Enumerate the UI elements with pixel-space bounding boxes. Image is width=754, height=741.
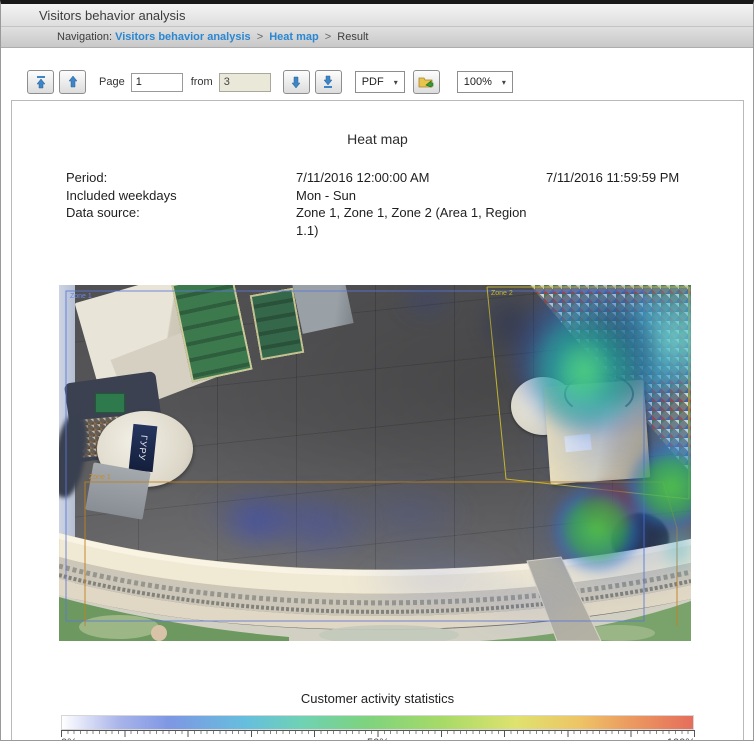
activity-gradient-bar (61, 715, 694, 730)
report-page: Heat map Period: 7/11/2016 12:00:00 AM 7… (11, 100, 744, 740)
next-page-icon (289, 75, 303, 89)
field-label: Included weekdays (66, 187, 177, 203)
gray-shelf (85, 462, 151, 520)
prev-page-button[interactable] (59, 70, 86, 94)
next-page-button[interactable] (282, 70, 310, 94)
gradient-ruler (61, 730, 695, 737)
export-format-value: PDF (361, 76, 384, 88)
window-title-bar: Visitors behavior analysis (1, 4, 753, 27)
breadcrumb-separator: > (324, 31, 332, 43)
gradient-labels: 0% 50% 100% (61, 737, 695, 740)
field-label: Data source: (66, 205, 140, 220)
tick-label-100: 100% (667, 737, 695, 740)
field-value: 7/11/2016 12:00:00 AM (296, 170, 430, 185)
field-value: Zone 1, Zone 1, Zone 2 (Area 1, Region 1… (296, 205, 527, 238)
field-row-period: Period: 7/11/2016 12:00:00 AM 7/11/2016 … (66, 169, 743, 187)
from-label: from (190, 76, 213, 88)
first-page-button[interactable] (27, 70, 54, 94)
report-fields: Period: 7/11/2016 12:00:00 AM 7/11/2016 … (12, 169, 743, 239)
chevron-down-icon: ▾ (501, 77, 506, 87)
legend-title: Customer activity statistics (300, 691, 455, 706)
last-page-icon (321, 75, 335, 89)
heat-blob (555, 337, 613, 405)
app-window: Visitors behavior analysis Navigation: V… (0, 0, 754, 741)
field-value: Mon - Sun (296, 187, 356, 203)
guru-sign: ГУРУ (128, 423, 158, 473)
breadcrumb-link-heatmap[interactable]: Heat map (269, 31, 319, 43)
tick-label-50: 50% (367, 737, 389, 740)
monitor (95, 393, 125, 413)
breadcrumb-link-analysis[interactable]: Visitors behavior analysis (115, 31, 251, 43)
heat-blob (461, 573, 596, 631)
breadcrumb: Navigation: Visitors behavior analysis >… (1, 27, 753, 48)
breadcrumb-current: Result (337, 31, 369, 43)
total-pages-field (218, 72, 271, 92)
page-number-input[interactable] (130, 72, 183, 92)
field-value-end: 7/11/2016 11:59:59 PM (546, 170, 680, 185)
field-label: Period: (66, 170, 108, 185)
breadcrumb-separator: > (256, 31, 264, 43)
zoom-value: 100% (463, 76, 492, 88)
export-format-select[interactable]: PDF ▾ (354, 71, 405, 93)
heat-blob (473, 285, 545, 361)
export-button[interactable] (412, 70, 440, 94)
heatmap-image: ГУРУ Zone 1 Zone 1 (59, 285, 691, 641)
first-page-icon (34, 75, 48, 89)
field-row-weekdays: Included weekdays Mon - Sun (66, 187, 743, 205)
breadcrumb-prefix: Navigation: (57, 31, 113, 43)
export-icon (418, 75, 434, 89)
report-title: Heat map (347, 131, 408, 147)
zoom-select[interactable]: 100% ▾ (456, 71, 513, 93)
page-label: Page (99, 76, 125, 88)
window-title: Visitors behavior analysis (39, 8, 186, 23)
chevron-down-icon: ▾ (393, 77, 398, 87)
last-page-button[interactable] (314, 70, 342, 94)
field-row-datasource: Data source: Zone 1, Zone 1, Zone 2 (Are… (66, 204, 743, 239)
tick-label-0: 0% (61, 737, 77, 740)
prev-page-icon (66, 75, 80, 89)
report-toolbar: Page from PDF ▾ 100% (1, 48, 753, 100)
field-value-end (546, 204, 743, 239)
heat-blob (341, 475, 476, 553)
field-value-end (546, 187, 743, 205)
